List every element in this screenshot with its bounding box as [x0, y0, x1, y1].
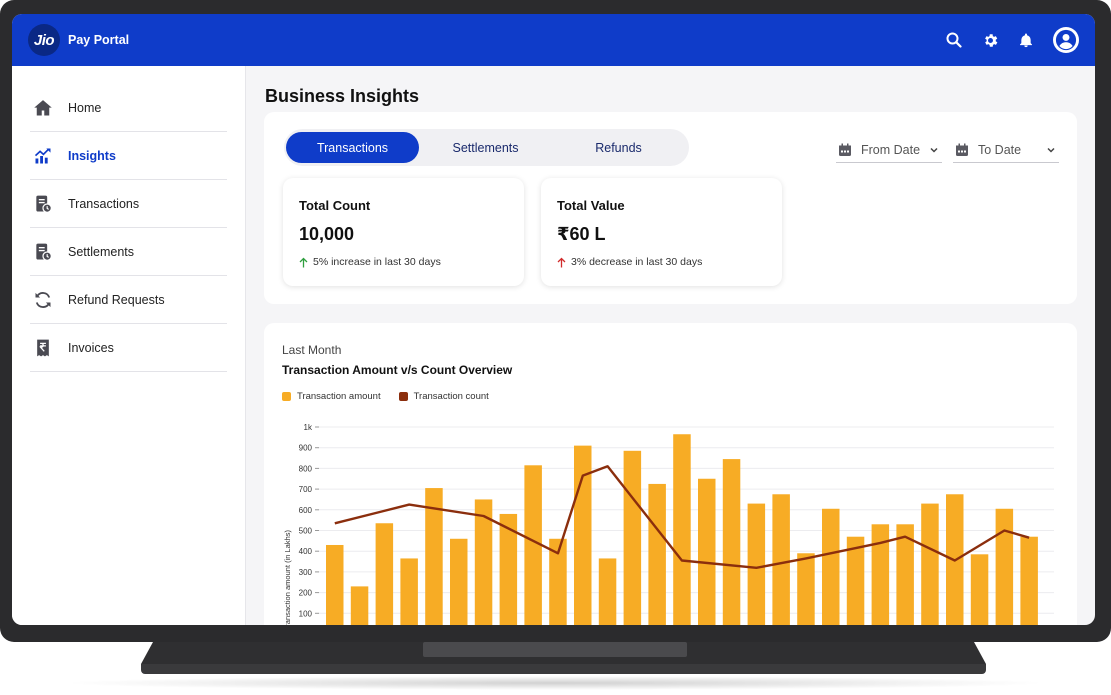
- main-content: Business Insights Transactions Settlemen…: [247, 66, 1095, 625]
- chevron-down-icon: [930, 147, 938, 153]
- sidebar-item-home[interactable]: Home: [30, 84, 227, 132]
- tab-bar: Transactions Settlements Refunds: [284, 129, 689, 166]
- y-tick-label: 700: [299, 485, 313, 494]
- stand-shadow: [60, 676, 1050, 690]
- bar[interactable]: [772, 494, 790, 625]
- bar[interactable]: [400, 558, 418, 625]
- to-date-label: To Date: [978, 142, 1022, 157]
- rupee-invoice-icon: [32, 337, 54, 359]
- bar[interactable]: [673, 434, 691, 625]
- header-actions: [945, 27, 1079, 53]
- y-axis-label: Transaction amount (in Lakhs): [283, 529, 292, 625]
- bar[interactable]: [375, 523, 394, 625]
- sidebar-item-label: Insights: [68, 148, 116, 163]
- user-avatar-icon[interactable]: [1053, 27, 1079, 53]
- stat-trend-text: 3% decrease in last 30 days: [571, 256, 703, 268]
- y-tick-label: 300: [299, 568, 313, 577]
- bar[interactable]: [623, 450, 642, 625]
- sidebar-item-settlements[interactable]: Settlements: [30, 228, 227, 276]
- bar[interactable]: [995, 508, 1014, 625]
- stat-trend-text: 5% increase in last 30 days: [313, 256, 441, 268]
- top-bar: Jio Pay Portal: [12, 14, 1095, 66]
- home-icon: [32, 97, 54, 119]
- refund-icon: [32, 289, 54, 311]
- from-date-picker[interactable]: From Date: [836, 137, 942, 163]
- stat-value: 10,000: [299, 224, 355, 244]
- y-tick-label: 200: [299, 589, 313, 598]
- overview-card: Transactions Settlements Refunds From Da…: [264, 112, 1077, 304]
- settlements-icon: [32, 241, 54, 263]
- bell-icon[interactable]: [1017, 31, 1035, 49]
- sidebar-item-insights[interactable]: Insights: [30, 132, 227, 180]
- calendar-icon: [956, 143, 968, 156]
- chart-plot: 100 200 300 400 500 600 700 800 900 1k Transaction…: [283, 423, 1054, 625]
- bar[interactable]: [598, 558, 617, 625]
- app-screen: Jio Pay Portal Home Insights Transaction…: [12, 14, 1095, 625]
- y-tick-label: 600: [299, 506, 313, 515]
- monitor-frame: Jio Pay Portal Home Insights Transaction…: [0, 0, 1111, 642]
- arrow-up-icon: [557, 257, 566, 267]
- y-tick-label: 1k: [304, 423, 313, 432]
- sidebar: Home Insights Transactions Settlements R…: [12, 66, 246, 625]
- app-name: Pay Portal: [68, 33, 130, 47]
- jio-logo[interactable]: Jio: [28, 24, 60, 56]
- calendar-icon: [839, 143, 851, 156]
- y-tick-label: 900: [299, 444, 313, 453]
- y-tick-label: 400: [299, 547, 313, 556]
- bar[interactable]: [350, 586, 369, 625]
- stat-title: Total Value: [557, 198, 625, 213]
- stat-trend: 3% decrease in last 30 days: [557, 256, 766, 268]
- tab-transactions[interactable]: Transactions: [286, 132, 419, 163]
- bar[interactable]: [698, 478, 716, 625]
- bar[interactable]: [747, 503, 766, 625]
- bar[interactable]: [871, 524, 890, 625]
- bar[interactable]: [1020, 536, 1038, 625]
- sidebar-item-label: Invoices: [68, 340, 114, 355]
- insights-icon: [32, 145, 54, 167]
- y-tick-label: 500: [299, 527, 313, 536]
- total-count-card: Total Count 10,000 5% increase in last 3…: [283, 178, 524, 286]
- tab-refunds[interactable]: Refunds: [552, 132, 685, 163]
- stat-trend: 5% increase in last 30 days: [299, 256, 508, 268]
- bar[interactable]: [797, 553, 815, 625]
- stat-value: ₹60 L: [557, 224, 606, 244]
- chevron-down-icon: [1047, 147, 1055, 153]
- sidebar-item-refund-requests[interactable]: Refund Requests: [30, 276, 227, 324]
- stat-title: Total Count: [299, 198, 371, 213]
- y-tick-label: 100: [299, 609, 313, 618]
- transactions-icon: [32, 193, 54, 215]
- bar[interactable]: [822, 508, 840, 625]
- bar[interactable]: [722, 459, 741, 625]
- chart-card: Last Month Transaction Amount v/s Count …: [264, 323, 1077, 625]
- sidebar-item-label: Home: [68, 100, 102, 115]
- from-date-label: From Date: [861, 142, 921, 157]
- sidebar-item-transactions[interactable]: Transactions: [30, 180, 227, 228]
- sidebar-item-invoices[interactable]: Invoices: [30, 324, 227, 372]
- bar[interactable]: [648, 483, 666, 625]
- tab-settlements[interactable]: Settlements: [419, 132, 552, 163]
- bar[interactable]: [326, 544, 344, 625]
- sidebar-item-label: Transactions: [68, 196, 140, 211]
- bar[interactable]: [970, 554, 989, 625]
- to-date-picker[interactable]: To Date: [953, 137, 1059, 163]
- bar[interactable]: [450, 538, 468, 625]
- bar[interactable]: [921, 503, 939, 625]
- gear-icon[interactable]: [981, 31, 999, 49]
- sidebar-item-label: Refund Requests: [68, 292, 165, 307]
- arrow-up-icon: [299, 257, 308, 267]
- page-title: Business Insights: [265, 86, 420, 106]
- y-tick-label: 800: [299, 464, 313, 473]
- total-value-card: Total Value ₹60 L 3% decrease in last 30…: [541, 178, 782, 286]
- monitor-stand: [141, 642, 986, 674]
- search-icon[interactable]: [945, 31, 963, 49]
- sidebar-item-label: Settlements: [68, 244, 135, 259]
